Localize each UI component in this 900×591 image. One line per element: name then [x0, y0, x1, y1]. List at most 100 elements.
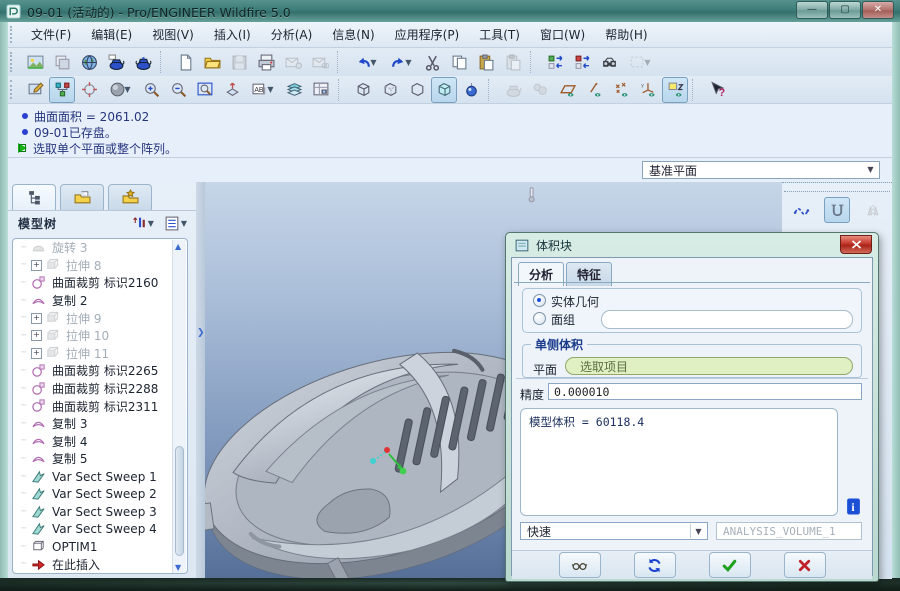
context-help-button[interactable]: ? — [704, 77, 730, 103]
teapot-button[interactable] — [130, 49, 156, 75]
regen-model-button[interactable] — [542, 49, 568, 75]
datum-ball-button[interactable] — [458, 77, 484, 103]
zoom-in-button[interactable] — [138, 77, 164, 103]
menu-item-1[interactable]: 编辑(E) — [82, 23, 141, 46]
tree-item[interactable]: ┄在此插入 — [13, 556, 187, 574]
menu-item-0[interactable]: 文件(F) — [22, 23, 80, 46]
selection-filter-combobox[interactable]: 基准平面 ▼ — [642, 161, 880, 179]
info-button[interactable]: i — [845, 498, 862, 517]
scroll-up-icon[interactable]: ▲ — [175, 242, 184, 251]
tree-item[interactable]: ┄复制 3 — [13, 415, 187, 433]
boundary-blend-button[interactable] — [824, 197, 850, 223]
quilt-input[interactable] — [601, 310, 853, 329]
tree-item[interactable]: ┄曲面裁剪 标识2160 — [13, 274, 187, 292]
globe-button[interactable] — [76, 49, 102, 75]
menu-item-6[interactable]: 应用程序(P) — [386, 23, 469, 46]
tree-item[interactable]: ┄曲面裁剪 标识2311 — [13, 397, 187, 415]
named-views-button[interactable]: AB▼ — [246, 77, 280, 103]
tree-item[interactable]: ┄Var Sect Sweep 2 — [13, 485, 187, 503]
annotation-display-button[interactable] — [662, 77, 688, 103]
dialog-close-button[interactable] — [840, 235, 872, 254]
tree-item[interactable]: ┄复制 4 — [13, 433, 187, 451]
plane-selector-field[interactable]: 选取项目 — [565, 357, 853, 375]
menu-item-5[interactable]: 信息(N) — [323, 23, 383, 46]
style-wave-button[interactable] — [788, 197, 814, 223]
tree-columns-button[interactable]: ▼ — [161, 213, 190, 234]
tree-item[interactable]: ┄曲面裁剪 标识2288 — [13, 380, 187, 398]
tree-item[interactable]: ┄+拉伸 9 — [13, 309, 187, 327]
compute-mode-combobox[interactable]: 快速 ▼ — [520, 522, 708, 540]
expander-icon[interactable]: + — [31, 330, 42, 341]
cut-button[interactable] — [419, 49, 445, 75]
teapot-flag-button[interactable] — [103, 49, 129, 75]
shaded-button[interactable] — [431, 77, 457, 103]
regen-custom-button[interactable] — [569, 49, 595, 75]
tree-item[interactable]: ┄曲面裁剪 标识2265 — [13, 362, 187, 380]
axis-display-button[interactable] — [581, 77, 607, 103]
tree-item[interactable]: ┄Var Sect Sweep 4 — [13, 521, 187, 539]
tab-folder-browser[interactable] — [60, 184, 104, 210]
no-hidden-button[interactable] — [404, 77, 430, 103]
repeat-button[interactable] — [634, 552, 676, 578]
minimize-button[interactable]: — — [796, 1, 828, 19]
smart-filter-button[interactable] — [49, 77, 75, 103]
paste-button[interactable] — [473, 49, 499, 75]
sidebar-splitter[interactable]: ❯ — [196, 182, 205, 578]
menu-item-9[interactable]: 帮助(H) — [596, 23, 656, 46]
point-display-button[interactable] — [608, 77, 634, 103]
zoom-fit-button[interactable] — [192, 77, 218, 103]
tab-model-tree[interactable] — [12, 184, 56, 210]
new-file-button[interactable] — [172, 49, 198, 75]
tree-settings-button[interactable]: ▼ — [128, 213, 157, 234]
find-button[interactable] — [596, 49, 622, 75]
tree-item[interactable]: ┄OPTIM1 — [13, 538, 187, 556]
scrollbar-thumb[interactable] — [175, 446, 184, 556]
tree-item[interactable]: ┄复制 2 — [13, 292, 187, 310]
wireframe-button[interactable] — [350, 77, 376, 103]
close-button[interactable]: ✕ — [862, 1, 894, 19]
accuracy-input[interactable]: 0.000010 — [548, 383, 862, 400]
sidebar-collapse-handle[interactable]: ❯ — [197, 328, 205, 338]
zoom-out-button[interactable] — [165, 77, 191, 103]
tree-item[interactable]: ┄+拉伸 8 — [13, 257, 187, 275]
tree-item[interactable]: ┄复制 5 — [13, 450, 187, 468]
maximize-button[interactable]: ▢ — [829, 1, 861, 19]
render-style-button[interactable]: ▼ — [103, 77, 137, 103]
results-textarea[interactable]: 模型体积 = 60118.4 — [520, 408, 838, 516]
tree-item[interactable]: ┄Var Sect Sweep 1 — [13, 468, 187, 486]
csys-display-button[interactable]: y — [635, 77, 661, 103]
menu-item-4[interactable]: 分析(A) — [262, 23, 322, 46]
open-folder-button[interactable] — [199, 49, 225, 75]
reorient-button[interactable] — [219, 77, 245, 103]
tree-item[interactable]: ┄+拉伸 10 — [13, 327, 187, 345]
redo-button[interactable]: ▼ — [384, 49, 418, 75]
scroll-down-icon[interactable]: ▼ — [175, 563, 184, 572]
view-manager-button[interactable] — [308, 77, 334, 103]
cancel-button[interactable] — [784, 552, 826, 578]
copy-button[interactable] — [446, 49, 472, 75]
expander-icon[interactable]: + — [31, 313, 42, 324]
ok-button[interactable] — [709, 552, 751, 578]
undo-button[interactable]: ▼ — [349, 49, 383, 75]
tree-item[interactable]: ┄旋转 3 — [13, 239, 187, 257]
expander-icon[interactable]: + — [31, 260, 42, 271]
layers-button[interactable] — [281, 77, 307, 103]
expander-icon[interactable]: + — [31, 348, 42, 359]
tab-favorites[interactable] — [108, 184, 152, 210]
spin-center-button[interactable] — [76, 77, 102, 103]
hidden-line-button[interactable] — [377, 77, 403, 103]
menu-item-7[interactable]: 工具(T) — [470, 23, 529, 46]
menu-item-2[interactable]: 视图(V) — [143, 23, 203, 46]
ghost-window-button[interactable] — [49, 49, 75, 75]
analysis-name-input[interactable]: ANALYSIS_VOLUME_1 — [716, 522, 862, 540]
tree-item[interactable]: ┄Var Sect Sweep 3 — [13, 503, 187, 521]
solid-geometry-radio[interactable] — [533, 294, 546, 307]
print-button[interactable] — [253, 49, 279, 75]
tree-scrollbar[interactable]: ▲ ▼ — [172, 240, 186, 574]
preview-button[interactable] — [559, 552, 601, 578]
dialog-title-bar[interactable]: 体积块 — [506, 233, 878, 257]
plane-display-button[interactable] — [554, 77, 580, 103]
quilt-radio[interactable] — [533, 312, 546, 325]
wallpaper-button[interactable] — [22, 49, 48, 75]
repaint-button[interactable] — [22, 77, 48, 103]
